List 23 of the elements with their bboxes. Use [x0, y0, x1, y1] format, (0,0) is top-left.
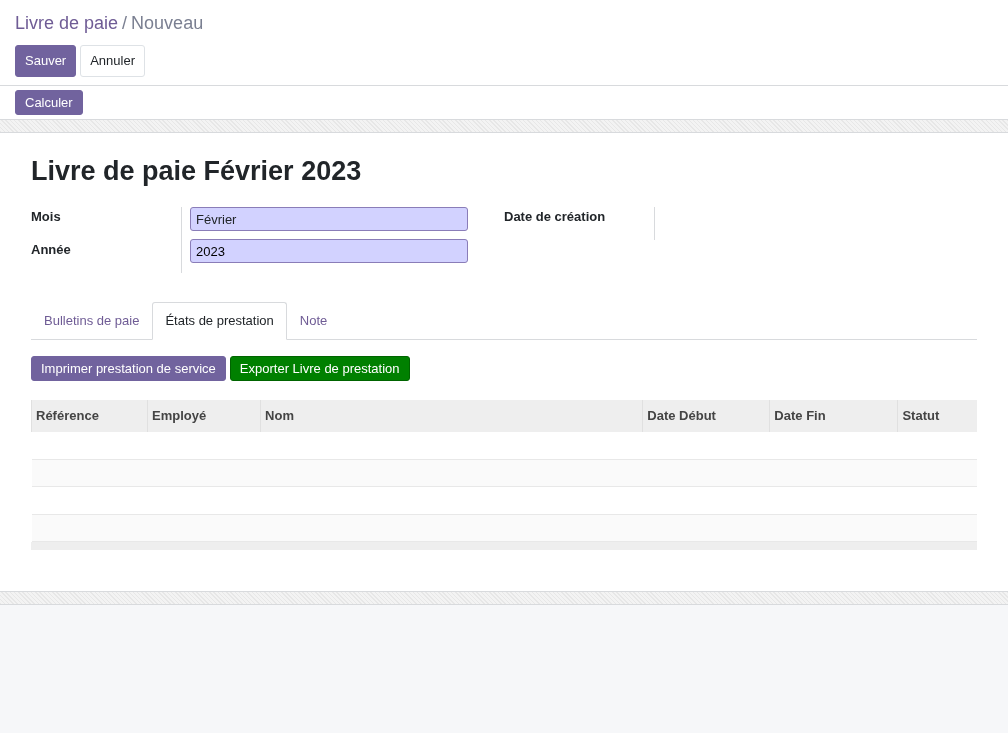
form-title: Livre de paie Février 2023 [31, 155, 363, 188]
discard-button[interactable]: Annuler [80, 45, 145, 77]
column-header[interactable]: Date Fin [769, 400, 898, 432]
compute-button[interactable]: Calculer [15, 89, 83, 115]
field-label: Année [31, 241, 72, 260]
tab[interactable]: États de prestation [152, 302, 287, 340]
column-header[interactable]: Nom [260, 400, 643, 432]
field-label: Date de création [504, 208, 607, 227]
breadcrumb-separator: / [122, 13, 128, 33]
print-button[interactable]: Imprimer prestation de service [31, 355, 226, 382]
export-button[interactable]: Exporter Livre de prestation [229, 355, 410, 382]
save-button[interactable]: Sauver [15, 45, 77, 77]
tab[interactable]: Note [286, 302, 341, 340]
tab[interactable]: Bulletins de paie [31, 302, 153, 340]
column-header[interactable]: Référence [31, 400, 148, 432]
breadcrumb-current: Nouveau [131, 13, 204, 33]
column-header[interactable]: Statut [897, 400, 977, 432]
column-header[interactable]: Employé [147, 400, 261, 432]
breadcrumb-link[interactable]: Livre de paie [15, 13, 119, 33]
year-field[interactable]: 2023 [190, 239, 468, 264]
column-header[interactable]: Date Début [642, 400, 770, 432]
month-select[interactable]: Février [190, 207, 468, 232]
field-label: Mois [31, 208, 62, 227]
